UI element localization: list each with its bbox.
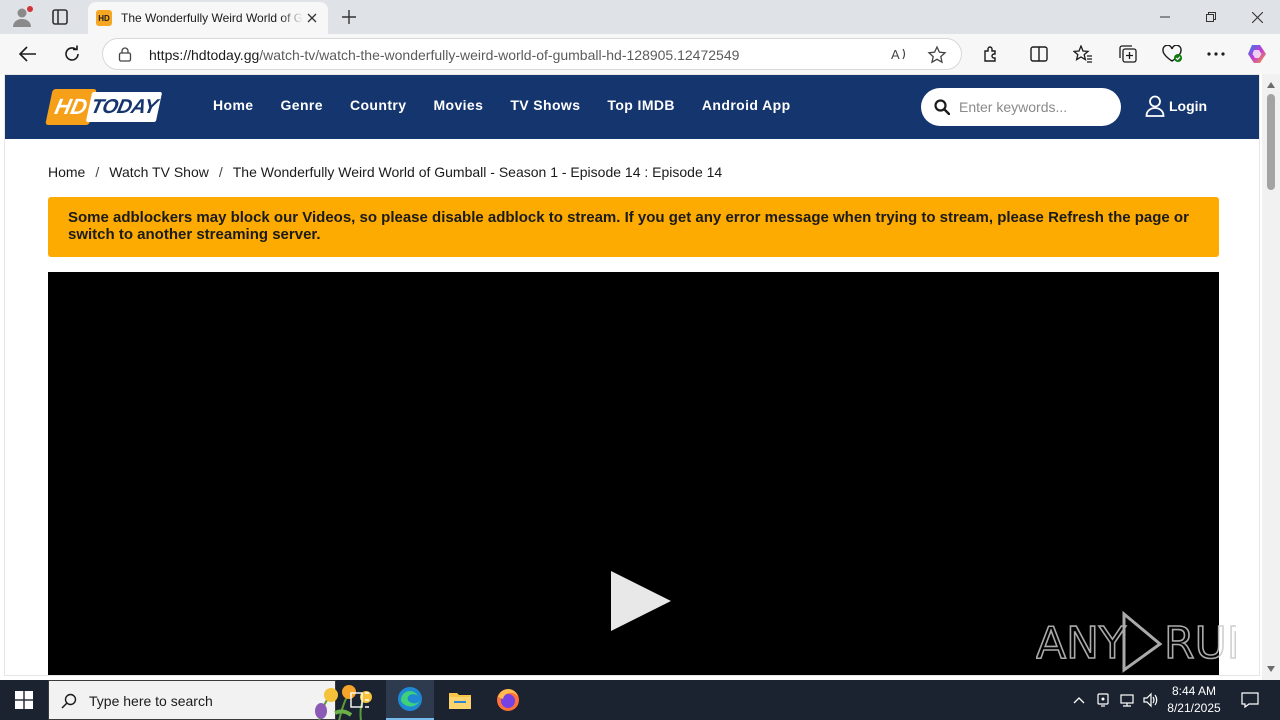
- show-hidden-icons-chevron-icon[interactable]: [1068, 680, 1090, 720]
- adblock-warning-banner: Some adblockers may block our Videos, so…: [48, 197, 1219, 257]
- user-icon: [1145, 95, 1165, 117]
- nav-country[interactable]: Country: [350, 97, 406, 113]
- task-view-icon[interactable]: [336, 680, 384, 720]
- main-menu: Home Genre Country Movies TV Shows Top I…: [213, 97, 818, 113]
- login-label: Login: [1169, 98, 1208, 114]
- anyrun-watermark: ANY RUN: [1035, 608, 1261, 678]
- active-tab[interactable]: HD The Wonderfully Weird World of Gumbal…: [88, 2, 328, 34]
- breadcrumb-watch-tv-show[interactable]: Watch TV Show: [109, 164, 209, 180]
- tab-close-icon[interactable]: [304, 10, 320, 26]
- minimize-icon[interactable]: [1142, 0, 1188, 34]
- taskbar-search-box[interactable]: Type here to search: [48, 680, 372, 720]
- address-bar[interactable]: https://hdtoday.gg/watch-tv/watch-the-wo…: [102, 38, 962, 70]
- nav-tv-shows[interactable]: TV Shows: [510, 97, 580, 113]
- browser-essentials-icon[interactable]: [1159, 42, 1185, 66]
- collections-icon[interactable]: [1115, 42, 1141, 66]
- site-header: HD TODAY Home Genre Country Movies TV Sh…: [5, 75, 1259, 139]
- restore-icon[interactable]: [1188, 0, 1234, 34]
- breadcrumb-current: The Wonderfully Weird World of Gumball -…: [232, 164, 723, 180]
- browser-tab-strip: HD The Wonderfully Weird World of Gumbal…: [0, 0, 1280, 34]
- new-tab-plus-icon[interactable]: [338, 6, 360, 28]
- back-arrow-icon[interactable]: [15, 42, 41, 66]
- file-explorer-icon[interactable]: [436, 680, 484, 720]
- play-icon[interactable]: [609, 570, 673, 632]
- breadcrumb-home[interactable]: Home: [48, 164, 85, 180]
- login-button[interactable]: Login: [1145, 95, 1207, 117]
- svg-text:A: A: [891, 47, 900, 62]
- tab-actions-icon[interactable]: [48, 5, 72, 29]
- close-window-icon[interactable]: [1234, 0, 1280, 34]
- site-info-lock-icon[interactable]: [117, 46, 133, 62]
- favorite-star-icon[interactable]: [927, 45, 947, 65]
- watermark-text-any: ANY: [1036, 618, 1126, 669]
- nav-top-imdb[interactable]: Top IMDB: [607, 97, 674, 113]
- refresh-icon[interactable]: [59, 42, 85, 66]
- logo-today: TODAY: [85, 92, 163, 122]
- watermark-text-run: RUN: [1164, 618, 1236, 669]
- breadcrumb-separator: /: [95, 164, 100, 180]
- search-input[interactable]: [959, 97, 1109, 117]
- scrollbar-thumb[interactable]: [1267, 94, 1275, 190]
- page-viewport: HD TODAY Home Genre Country Movies TV Sh…: [0, 74, 1280, 680]
- network-icon[interactable]: [1116, 680, 1138, 720]
- search-icon[interactable]: [934, 99, 951, 116]
- breadcrumb-separator: /: [218, 164, 223, 180]
- nav-movies[interactable]: Movies: [433, 97, 483, 113]
- page-scrollbar[interactable]: [1262, 74, 1280, 680]
- windows-start-icon[interactable]: [0, 680, 48, 720]
- read-aloud-icon[interactable]: A: [891, 45, 909, 63]
- site-container: HD TODAY Home Genre Country Movies TV Sh…: [4, 74, 1260, 676]
- browser-toolbar: https://hdtoday.gg/watch-tv/watch-the-wo…: [0, 34, 1280, 74]
- clock-date: 8/21/2025: [1167, 701, 1221, 715]
- edge-taskbar-icon[interactable]: [386, 680, 434, 720]
- more-options-icon[interactable]: [1203, 42, 1229, 66]
- split-screen-icon[interactable]: [1026, 42, 1052, 66]
- firefox-icon[interactable]: [484, 680, 532, 720]
- notification-center-icon[interactable]: [1232, 680, 1268, 720]
- favorites-icon[interactable]: [1070, 42, 1096, 66]
- breadcrumb: Home / Watch TV Show / The Wonderfully W…: [48, 164, 722, 180]
- scroll-up-arrow-icon[interactable]: [1267, 82, 1275, 88]
- taskbar-clock[interactable]: 8:44 AM 8/21/2025: [1160, 683, 1228, 717]
- hdtoday-favicon-icon: HD: [96, 10, 112, 26]
- nav-genre[interactable]: Genre: [281, 97, 323, 113]
- url-text: https://hdtoday.gg/watch-tv/watch-the-wo…: [149, 47, 740, 63]
- nav-android-app[interactable]: Android App: [702, 97, 791, 113]
- copilot-icon[interactable]: [1244, 42, 1270, 66]
- tab-title: The Wonderfully Weird World of Gumball: [121, 11, 303, 25]
- clock-time: 8:44 AM: [1171, 684, 1217, 698]
- site-search-box: [921, 88, 1121, 126]
- volume-icon[interactable]: [1140, 680, 1162, 720]
- scroll-down-arrow-icon[interactable]: [1267, 666, 1275, 672]
- device-status-icon[interactable]: [1092, 680, 1114, 720]
- taskbar-search-placeholder: Type here to search: [89, 693, 213, 709]
- profile-icon[interactable]: [10, 5, 34, 29]
- hdtoday-logo[interactable]: HD TODAY: [45, 89, 163, 125]
- nav-home[interactable]: Home: [213, 97, 254, 113]
- extensions-puzzle-icon[interactable]: [978, 42, 1004, 66]
- taskbar-search-icon: [61, 693, 77, 709]
- windows-taskbar: Type here to search 8:44 AM 8/21/2025: [0, 680, 1280, 720]
